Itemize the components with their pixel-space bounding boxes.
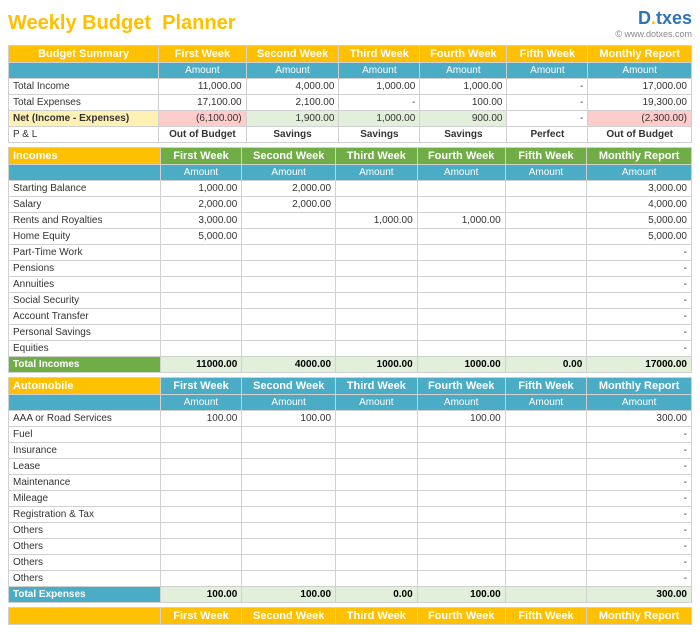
title-highlight: Planner: [162, 12, 235, 34]
week-col-2: Second Week: [246, 46, 339, 63]
table-row: Fuel -: [9, 427, 692, 443]
table-row: Total Income 11,000.00 4,000.00 1,000.00…: [9, 79, 692, 95]
table-row: Equities -: [9, 341, 692, 357]
table-row: Rents and Royalties 3,000.00 1,000.00 1,…: [9, 213, 692, 229]
budget-summary-table: Budget Summary First Week Second Week Th…: [8, 45, 692, 143]
table-row: Starting Balance 1,000.00 2,000.00 3,000…: [9, 181, 692, 197]
table-row: Others -: [9, 571, 692, 587]
auto-week-header: Automobile First Week Second Week Third …: [9, 378, 692, 395]
budget-summary-label: Budget Summary: [9, 46, 159, 63]
pl-row: P & L Out of Budget Savings Savings Savi…: [9, 127, 692, 143]
income-week-header: Incomes First Week Second Week Third Wee…: [9, 148, 692, 165]
table-row: Registration & Tax -: [9, 507, 692, 523]
page-title: Weekly Budget Planner: [8, 12, 235, 35]
bottom-header-table: First Week Second Week Third Week Fourth…: [8, 607, 692, 625]
table-row: Part-Time Work -: [9, 245, 692, 261]
week-col-5: Fifth Week: [507, 46, 588, 63]
week-col-4: Fourth Week: [420, 46, 507, 63]
week-col-1: First Week: [159, 46, 246, 63]
table-row: Home Equity 5,000.00 5,000.00: [9, 229, 692, 245]
logo-text: D.txes: [615, 8, 692, 29]
table-row: Annuities -: [9, 277, 692, 293]
week-col-6: Monthly Report: [588, 46, 692, 63]
bottom-week-row: First Week Second Week Third Week Fourth…: [9, 608, 692, 625]
table-row: Social Security -: [9, 293, 692, 309]
automobile-table: Automobile First Week Second Week Third …: [8, 377, 692, 603]
page: Weekly Budget Planner D.txes © www.dotxe…: [0, 0, 700, 633]
table-row: Account Transfer -: [9, 309, 692, 325]
auto-amount-header: Amount Amount Amount Amount Amount Amoun…: [9, 395, 692, 411]
net-row: Net (Income - Expenses) (6,100.00) 1,900…: [9, 111, 692, 127]
week-col-3: Third Week: [339, 46, 420, 63]
website-text: © www.dotxes.com: [615, 29, 692, 39]
table-row: Personal Savings -: [9, 325, 692, 341]
title-main: Weekly Budget: [8, 12, 151, 34]
table-row: Insurance -: [9, 443, 692, 459]
table-row: Others -: [9, 523, 692, 539]
table-row: Mileage -: [9, 491, 692, 507]
table-row: Lease -: [9, 459, 692, 475]
table-row: Maintenance -: [9, 475, 692, 491]
table-row: Others -: [9, 555, 692, 571]
table-row: Others -: [9, 539, 692, 555]
income-total-row: Total Incomes 11000.00 4000.00 1000.00 1…: [9, 357, 692, 373]
income-amount-header: Amount Amount Amount Amount Amount Amoun…: [9, 165, 692, 181]
header: Weekly Budget Planner D.txes © www.dotxe…: [8, 8, 692, 39]
week-header-row: Budget Summary First Week Second Week Th…: [9, 46, 692, 63]
table-row: AAA or Road Services 100.00 100.00 100.0…: [9, 411, 692, 427]
logo-area: D.txes © www.dotxes.com: [615, 8, 692, 39]
auto-total-row: Total Expenses 100.00 100.00 0.00 100.00…: [9, 587, 692, 603]
table-row: Total Expenses 17,100.00 2,100.00 - 100.…: [9, 95, 692, 111]
amount-header: Amount Amount Amount Amount Amount Amoun…: [9, 63, 692, 79]
table-row: Pensions -: [9, 261, 692, 277]
table-row: Salary 2,000.00 2,000.00 4,000.00: [9, 197, 692, 213]
incomes-table: Incomes First Week Second Week Third Wee…: [8, 147, 692, 373]
